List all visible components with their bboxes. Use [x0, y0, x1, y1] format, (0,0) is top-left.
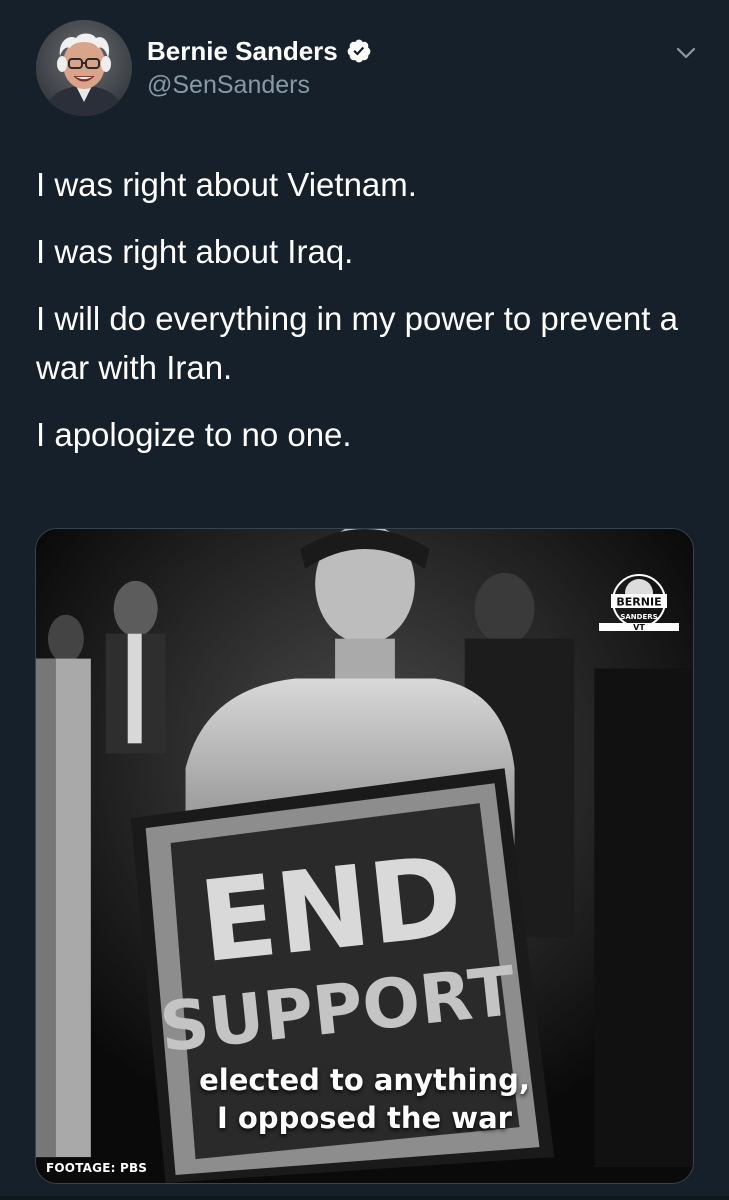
- caption-line: elected to anything,: [199, 1063, 530, 1097]
- tweet: Bernie Sanders @SenSanders I was right a…: [0, 0, 729, 1200]
- tweet-text: I was right about Vietnam. I was right a…: [36, 160, 696, 459]
- footage-credit: FOOTAGE: PBS: [46, 1161, 148, 1175]
- name-row: Bernie Sanders: [147, 34, 372, 68]
- tweet-paragraph: I apologize to no one.: [36, 416, 352, 453]
- tweet-paragraph: I was right about Vietnam.: [36, 166, 417, 203]
- logo-text-vt: VT: [633, 623, 645, 632]
- display-name[interactable]: Bernie Sanders: [147, 34, 338, 68]
- tweet-paragraph: I was right about Iraq.: [36, 233, 354, 270]
- verified-badge-icon: [346, 38, 372, 64]
- caption-line: I opposed the war: [217, 1101, 512, 1135]
- tweet-paragraph: I will do everything in my power to prev…: [36, 300, 678, 386]
- user-handle[interactable]: @SenSanders: [147, 70, 310, 100]
- avatar[interactable]: [36, 20, 132, 116]
- avatar-image: [36, 20, 132, 116]
- bernie-logo: BERNIE SANDERS VT: [599, 574, 679, 632]
- video-player[interactable]: END SUPPORT BERNIE SANDERS VT elected to…: [35, 528, 694, 1184]
- chevron-down-icon[interactable]: [672, 42, 700, 64]
- video-caption: elected to anything, I opposed the war: [36, 1061, 693, 1137]
- logo-text-sanders: SANDERS: [620, 613, 657, 621]
- divider: [0, 1196, 729, 1200]
- logo-text-bernie: BERNIE: [616, 596, 661, 609]
